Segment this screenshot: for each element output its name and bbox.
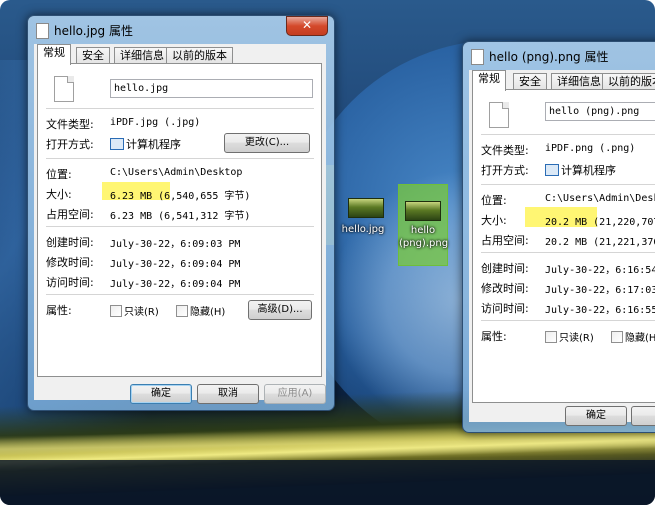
size-on-disk-label: 占用空间: xyxy=(481,234,529,247)
close-button[interactable]: ✕ xyxy=(286,16,328,36)
divider xyxy=(481,252,655,253)
wallpaper-bottom xyxy=(0,460,655,505)
program-icon xyxy=(110,138,124,150)
created-label: 创建时间: xyxy=(481,262,529,275)
open-with-value: 计算机程序 xyxy=(561,164,616,177)
tab-security[interactable]: 安全 xyxy=(513,73,547,90)
general-tab-page: hello (png).png 文件类型: iPDF.png (.png) 打开… xyxy=(472,89,655,403)
title-bar[interactable]: hello (png).png 属性 xyxy=(469,46,655,68)
modified-label: 修改时间: xyxy=(46,256,94,269)
file-type-value: iPDF.jpg (.jpg) xyxy=(110,117,201,128)
desktop-file-label: hello xyxy=(410,225,436,236)
desktop-file-label: hello.jpg xyxy=(341,224,385,235)
size-label: 大小: xyxy=(46,188,72,201)
size-on-disk-label: 占用空间: xyxy=(46,208,94,221)
divider xyxy=(481,184,655,185)
divider xyxy=(46,294,314,295)
open-with-label: 打开方式: xyxy=(481,164,529,177)
properties-dialog-png: hello (png).png 属性 常规 安全 详细信息 以前的版本 hell… xyxy=(462,41,655,433)
program-icon xyxy=(545,164,559,176)
tab-previous-versions[interactable]: 以前的版本 xyxy=(166,47,233,64)
file-icon xyxy=(36,23,49,39)
file-type-icon xyxy=(489,102,509,128)
filename-field[interactable]: hello (png).png xyxy=(545,102,655,121)
desktop-file-hello-jpg[interactable]: hello.jpg xyxy=(333,190,393,250)
tab-previous-versions[interactable]: 以前的版本 xyxy=(602,73,655,90)
location-value: C:\Users\Admin\Desktop xyxy=(110,167,243,178)
modified-value: July-30-22，6:09:04 PM xyxy=(110,259,241,270)
title-bar[interactable]: hello.jpg 属性 ✕ xyxy=(34,16,328,42)
window-title: hello (png).png 属性 xyxy=(489,50,609,64)
divider xyxy=(481,320,655,321)
readonly-label: 只读(R) xyxy=(559,333,594,344)
hidden-checkbox[interactable] xyxy=(176,305,188,317)
change-button[interactable]: 更改(C)... xyxy=(224,133,310,153)
size-value: 20.2 MB (21,220,707 字 xyxy=(545,217,655,228)
cancel-button[interactable]: 取消 xyxy=(197,384,259,404)
hidden-label: 隐藏(H xyxy=(625,333,655,344)
hidden-label: 隐藏(H) xyxy=(190,307,226,318)
tab-details[interactable]: 详细信息 xyxy=(551,73,607,90)
accessed-label: 访问时间: xyxy=(46,276,94,289)
ok-button[interactable]: 确定 xyxy=(565,406,627,426)
file-type-label: 文件类型: xyxy=(46,118,94,131)
general-tab-page: hello.jpg 文件类型: iPDF.jpg (.jpg) 打开方式: 计算… xyxy=(37,63,322,377)
attributes-label: 属性: xyxy=(481,330,507,343)
divider xyxy=(46,108,314,109)
file-type-icon xyxy=(54,76,74,102)
size-on-disk-value: 20.2 MB (21,221,376 字 xyxy=(545,237,655,248)
tab-details[interactable]: 详细信息 xyxy=(114,47,170,64)
desktop-screenshot: hello.jpg hello (png).png hello.jpg 属性 ✕… xyxy=(0,0,655,505)
open-with-label: 打开方式: xyxy=(46,138,94,151)
open-with-value: 计算机程序 xyxy=(126,138,181,151)
divider xyxy=(46,158,314,159)
readonly-label: 只读(R) xyxy=(124,307,159,318)
location-label: 位置: xyxy=(481,194,507,207)
size-value: 6.23 MB (6,540,655 字节) xyxy=(110,191,251,202)
image-thumbnail-icon xyxy=(405,201,441,221)
readonly-checkbox[interactable] xyxy=(110,305,122,317)
properties-dialog-jpg: hello.jpg 属性 ✕ 常规 安全 详细信息 以前的版本 hello.jp… xyxy=(27,15,335,411)
created-label: 创建时间: xyxy=(46,236,94,249)
modified-value: July-30-22，6:17:03 PM xyxy=(545,285,655,296)
tab-general[interactable]: 常规 xyxy=(472,70,506,91)
modified-label: 修改时间: xyxy=(481,282,529,295)
window-title: hello.jpg 属性 xyxy=(54,24,133,38)
created-value: July-30-22，6:16:54 PM xyxy=(545,265,655,276)
advanced-button[interactable]: 高级(D)... xyxy=(248,300,312,320)
file-icon xyxy=(471,49,484,65)
size-on-disk-value: 6.23 MB (6,541,312 字节) xyxy=(110,211,251,222)
size-label: 大小: xyxy=(481,214,507,227)
accessed-label: 访问时间: xyxy=(481,302,529,315)
image-thumbnail-icon xyxy=(348,198,384,218)
attributes-label: 属性: xyxy=(46,304,72,317)
divider xyxy=(481,134,655,135)
dialog-body: 常规 安全 详细信息 以前的版本 hello (png).png 文件类型: i… xyxy=(469,70,655,426)
accessed-value: July-30-22，6:09:04 PM xyxy=(110,279,241,290)
hidden-checkbox[interactable] xyxy=(611,331,623,343)
dialog-body: 常规 安全 详细信息 以前的版本 hello.jpg 文件类型: iPDF.jp… xyxy=(34,44,326,404)
location-label: 位置: xyxy=(46,168,72,181)
file-type-label: 文件类型: xyxy=(481,144,529,157)
divider xyxy=(46,226,314,227)
filename-field[interactable]: hello.jpg xyxy=(110,79,313,98)
location-value: C:\Users\Admin\Desktop xyxy=(545,193,655,204)
file-type-value: iPDF.png (.png) xyxy=(545,143,636,154)
tab-general[interactable]: 常规 xyxy=(37,44,71,65)
desktop-file-hello-png[interactable]: hello (png).png xyxy=(398,184,448,266)
apply-button[interactable]: 应用(A) xyxy=(264,384,326,404)
readonly-checkbox[interactable] xyxy=(545,331,557,343)
tab-security[interactable]: 安全 xyxy=(76,47,110,64)
created-value: July-30-22，6:09:03 PM xyxy=(110,239,241,250)
accessed-value: July-30-22，6:16:55 PM xyxy=(545,305,655,316)
cancel-button-partial[interactable] xyxy=(631,406,655,426)
desktop-file-label-2: (png).png xyxy=(399,238,449,249)
ok-button[interactable]: 确定 xyxy=(130,384,192,404)
